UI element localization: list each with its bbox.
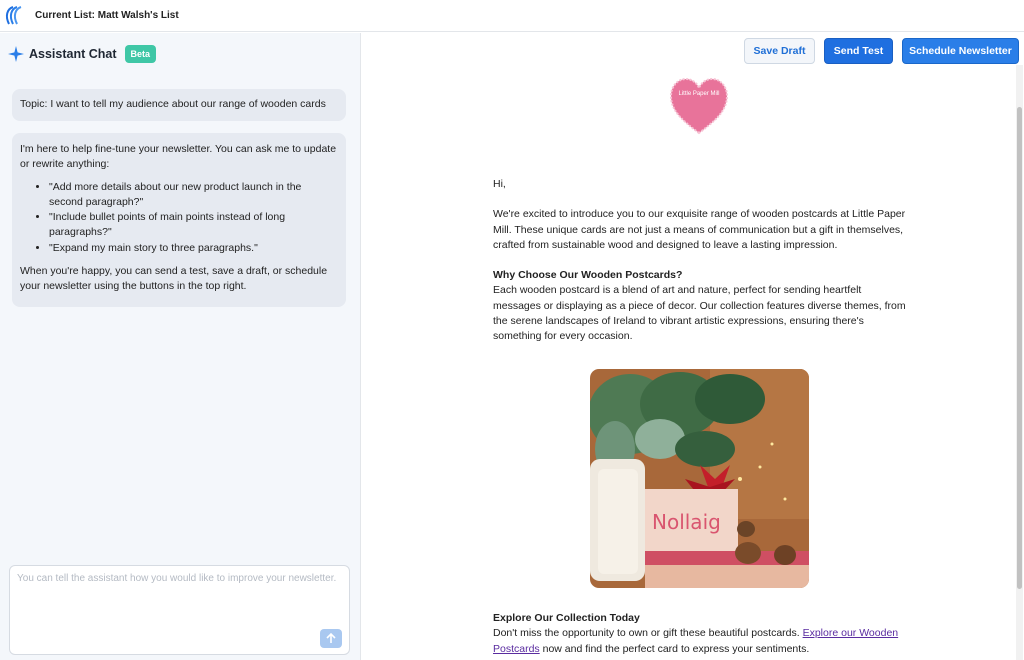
nollaig-card-image: Nollaig [590, 369, 809, 588]
explore-text-before: Don't miss the opportunity to own or gif… [493, 627, 803, 640]
send-message-button[interactable] [320, 629, 342, 648]
chat-input[interactable] [10, 566, 349, 626]
email-body: Hi, We're excited to introduce you to ou… [493, 177, 907, 360]
suggestion-item: "Add more details about our new product … [49, 180, 338, 211]
newsletter-preview-panel: Save Draft Send Test Schedule Newsletter… [362, 33, 1024, 660]
chat-composer [9, 565, 350, 655]
current-list-label: Current List: Matt Walsh's List [35, 10, 179, 21]
email-intro: We're excited to introduce you to our ex… [493, 208, 906, 251]
preview-scrollbar[interactable] [1016, 65, 1023, 660]
brand-name: Little Paper Mill [678, 91, 720, 97]
section-heading: Explore Our Collection Today [493, 612, 640, 624]
save-draft-button[interactable]: Save Draft [744, 38, 815, 64]
schedule-newsletter-button[interactable]: Schedule Newsletter [902, 38, 1019, 64]
send-test-button[interactable]: Send Test [824, 38, 893, 64]
email-greeting: Hi, [493, 178, 506, 190]
suggestion-list: "Add more details about our new product … [49, 180, 338, 256]
assistant-panel: Assistant Chat Beta Topic: I want to tel… [0, 33, 361, 660]
arrow-up-icon [326, 633, 336, 643]
suggestion-item: "Expand my main story to three paragraph… [49, 241, 338, 256]
section-body: Each wooden postcard is a blend of art a… [493, 284, 906, 343]
explore-section: Explore Our Collection Today Don't miss … [493, 611, 907, 657]
assistant-intro: I'm here to help fine-tune your newslett… [20, 143, 337, 171]
brand-logo-icon[interactable] [4, 5, 24, 27]
assistant-outro: When you're happy, you can send a test, … [20, 265, 328, 293]
section-heading: Why Choose Our Wooden Postcards? [493, 269, 683, 282]
assistant-message: I'm here to help fine-tune your newslett… [12, 133, 346, 307]
top-bar: Current List: Matt Walsh's List [0, 0, 1024, 32]
topic-message: Topic: I want to tell my audience about … [12, 89, 346, 121]
card-word: Nollaig [652, 510, 721, 534]
sparkle-icon [8, 46, 24, 62]
beta-badge: Beta [124, 45, 157, 63]
product-photo: Nollaig [590, 369, 809, 588]
heart-logo-icon [669, 77, 729, 135]
chat-title: Assistant Chat [29, 47, 117, 61]
section-body: Don't miss the opportunity to own or gif… [493, 626, 907, 657]
chat-header: Assistant Chat Beta [8, 43, 157, 65]
explore-text-after: now and find the perfect card to express… [539, 642, 810, 655]
suggestion-item: "Include bullet points of main points in… [49, 210, 338, 241]
scroll-thumb[interactable] [1017, 107, 1022, 589]
